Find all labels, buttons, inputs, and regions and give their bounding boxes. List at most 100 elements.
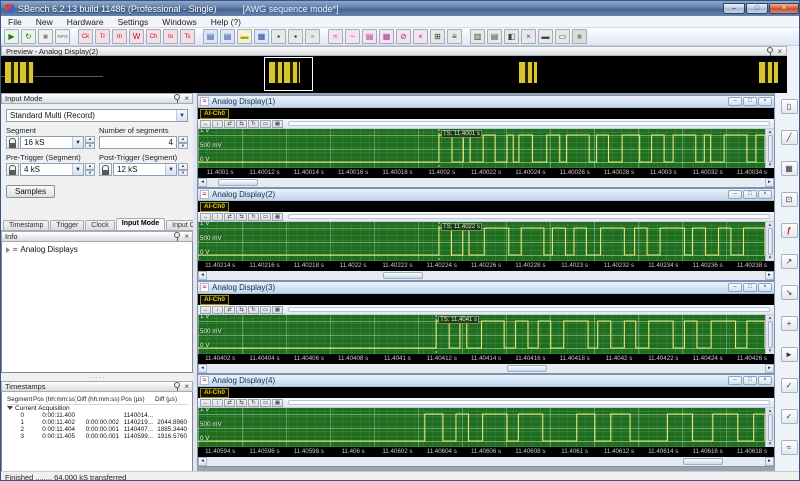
pin-icon[interactable] xyxy=(174,94,180,103)
horizontal-scrollbar[interactable]: ◄ ► xyxy=(198,457,774,466)
vertical-scrollbar[interactable]: ▲ ▼ xyxy=(765,129,774,168)
tab-timestamp[interactable]: Timestamp xyxy=(3,220,50,230)
display-close-button[interactable]: × xyxy=(758,376,772,385)
pre-trigger-stepper[interactable]: ▲ ▼ xyxy=(85,163,95,176)
horizontal-scrollbar[interactable]: ◄ ► xyxy=(198,364,774,373)
timestamp-row[interactable]: 0 0:00:11.400 1140014... xyxy=(6,412,188,419)
cursor-b-icon[interactable]: ▦ xyxy=(272,398,283,407)
horizontal-scroll-thumb[interactable] xyxy=(218,179,259,186)
import-icon[interactable]: ↘ xyxy=(780,285,798,300)
scroll-right-icon[interactable]: ► xyxy=(765,178,774,187)
scroll-down-icon[interactable]: ▼ xyxy=(768,255,772,260)
vertical-scroll-thumb[interactable] xyxy=(767,228,773,255)
zoom-x-icon[interactable]: ↔ xyxy=(200,398,211,407)
chevron-down-icon[interactable]: ▼ xyxy=(72,137,83,148)
cursor-a-icon[interactable]: ▭ xyxy=(260,398,271,407)
panel-splitter[interactable]: ····· xyxy=(1,373,193,382)
scroll-left-icon[interactable]: ◄ xyxy=(198,271,207,280)
pin-icon[interactable] xyxy=(767,47,773,56)
pan-right-left-icon[interactable]: ⇆ xyxy=(236,305,247,314)
channel-tag[interactable]: AI-Ch0 xyxy=(200,201,229,212)
scroll-up-icon[interactable]: ▲ xyxy=(768,222,772,227)
zoom-select-icon[interactable]: ⊡ xyxy=(780,192,798,207)
vertical-scroll-thumb[interactable] xyxy=(767,135,773,162)
apply-b-icon[interactable]: ✓ xyxy=(780,409,798,424)
fft-icon[interactable]: ≈ xyxy=(328,29,343,44)
zoom-y-icon[interactable]: ↕ xyxy=(212,212,223,221)
close-button[interactable]: × xyxy=(769,3,799,14)
collapse-icon[interactable] xyxy=(7,406,13,410)
horizontal-scrollbar[interactable]: ◄ ► xyxy=(198,178,774,187)
cursor-b-icon[interactable]: ▦ xyxy=(272,212,283,221)
pan-right-left-icon[interactable]: ⇆ xyxy=(236,119,247,128)
disable-icon[interactable]: ⊘ xyxy=(396,29,411,44)
menu-item-help-[interactable]: Help (?) xyxy=(204,17,248,27)
scroll-up-icon[interactable]: ▲ xyxy=(768,129,772,134)
menu-item-hardware[interactable]: Hardware xyxy=(60,17,111,27)
scroll-right-icon[interactable]: ► xyxy=(765,271,774,280)
cursor-b-icon[interactable]: ▦ xyxy=(272,119,283,128)
channel-tag[interactable]: AI-Ch0 xyxy=(200,387,229,398)
cascade-icon[interactable]: ▤ xyxy=(487,29,502,44)
channel-setup-icon[interactable]: Ch xyxy=(146,29,161,44)
arrange-icon[interactable]: ◧ xyxy=(504,29,519,44)
chevron-down-icon[interactable]: ▼ xyxy=(72,164,83,175)
tab-trigger[interactable]: Trigger xyxy=(50,220,85,230)
cursor-tool-icon[interactable]: ► xyxy=(780,347,798,362)
waveform-plot[interactable]: 1 V 500 mV 0 V TS: 11.4022 s xyxy=(198,222,765,261)
zoom-reset-icon[interactable]: ↻ xyxy=(248,119,259,128)
scroll-left-icon[interactable]: ◄ xyxy=(198,364,207,373)
num-segments-stepper[interactable]: ▲ ▼ xyxy=(178,136,188,149)
menu-item-new[interactable]: New xyxy=(29,17,60,27)
zoom-y-icon[interactable]: ↕ xyxy=(212,119,223,128)
zoom-y-icon[interactable]: ↕ xyxy=(212,305,223,314)
trigger-setup-icon[interactable]: Tr xyxy=(95,29,110,44)
zoom-y-icon[interactable]: ↕ xyxy=(212,398,223,407)
fifo-icon[interactable]: FIFO xyxy=(55,29,70,44)
display-minimize-button[interactable]: – xyxy=(728,283,742,292)
tile-vertical-icon[interactable]: ▥ xyxy=(470,29,485,44)
pan-right-left-icon[interactable]: ⇆ xyxy=(236,212,247,221)
signal-icon[interactable]: ▬ xyxy=(237,29,252,44)
waveform-plot[interactable]: 1 V 500 mV 0 V TS: 11.4041 s xyxy=(198,315,765,354)
zoom-reset-icon[interactable]: ↻ xyxy=(248,212,259,221)
maximize-button[interactable]: □ xyxy=(746,3,768,14)
horizontal-scroll-thumb[interactable] xyxy=(383,272,424,279)
segment-size-select[interactable]: 16 kS ▼ xyxy=(20,136,84,149)
pan-right-left-icon[interactable]: ⇆ xyxy=(236,398,247,407)
pan-left-right-icon[interactable]: ⇄ xyxy=(224,305,235,314)
scroll-left-icon[interactable]: ◄ xyxy=(198,457,207,466)
lock-icon[interactable] xyxy=(6,136,19,149)
dock-top-icon[interactable]: ▬ xyxy=(538,29,553,44)
close-all-icon[interactable]: × xyxy=(521,29,536,44)
new-display-icon[interactable]: ▤ xyxy=(203,29,218,44)
scroll-up-icon[interactable]: ▲ xyxy=(768,315,772,320)
menu-item-settings[interactable]: Settings xyxy=(111,17,156,27)
chevron-down-icon[interactable]: ▼ xyxy=(176,110,187,121)
cursor-b-icon[interactable]: ▦ xyxy=(272,305,283,314)
pre-trigger-select[interactable]: 4 kS ▼ xyxy=(20,163,84,176)
input-setup-icon[interactable]: In xyxy=(112,29,127,44)
blank-icon[interactable]: ■ xyxy=(572,29,587,44)
display-maximize-button[interactable]: □ xyxy=(743,190,757,199)
post-trigger-select[interactable]: 12 kS ▼ xyxy=(113,163,177,176)
dots-display-icon[interactable]: ▦ xyxy=(254,29,269,44)
scroll-right-icon[interactable]: ► xyxy=(765,364,774,373)
grid-icon[interactable]: ⊞ xyxy=(430,29,445,44)
zoom-x-icon[interactable]: ↔ xyxy=(200,119,211,128)
display-minimize-button[interactable]: – xyxy=(728,97,742,106)
pin-icon[interactable] xyxy=(174,382,180,391)
close-panel-icon[interactable]: × xyxy=(184,233,189,241)
menu-item-windows[interactable]: Windows xyxy=(155,17,203,27)
scroll-down-icon[interactable]: ▼ xyxy=(768,162,772,167)
zoom-reset-icon[interactable]: ↻ xyxy=(248,398,259,407)
stop-icon[interactable]: ■ xyxy=(38,29,53,44)
segment-size-stepper[interactable]: ▲ ▼ xyxy=(85,136,95,149)
display-maximize-button[interactable]: □ xyxy=(743,376,757,385)
tab-clock[interactable]: Clock xyxy=(85,220,115,230)
vertical-scrollbar[interactable]: ▲ ▼ xyxy=(765,408,774,447)
screen-a-icon[interactable]: ▪ xyxy=(271,29,286,44)
function-icon[interactable]: ƒ xyxy=(780,223,798,238)
timestamp-setup-icon[interactable]: Ts xyxy=(180,29,195,44)
timestamp-row[interactable]: 3 0:00:11.405 0:00:00.001 1140599... 1916.57… xyxy=(6,433,188,440)
